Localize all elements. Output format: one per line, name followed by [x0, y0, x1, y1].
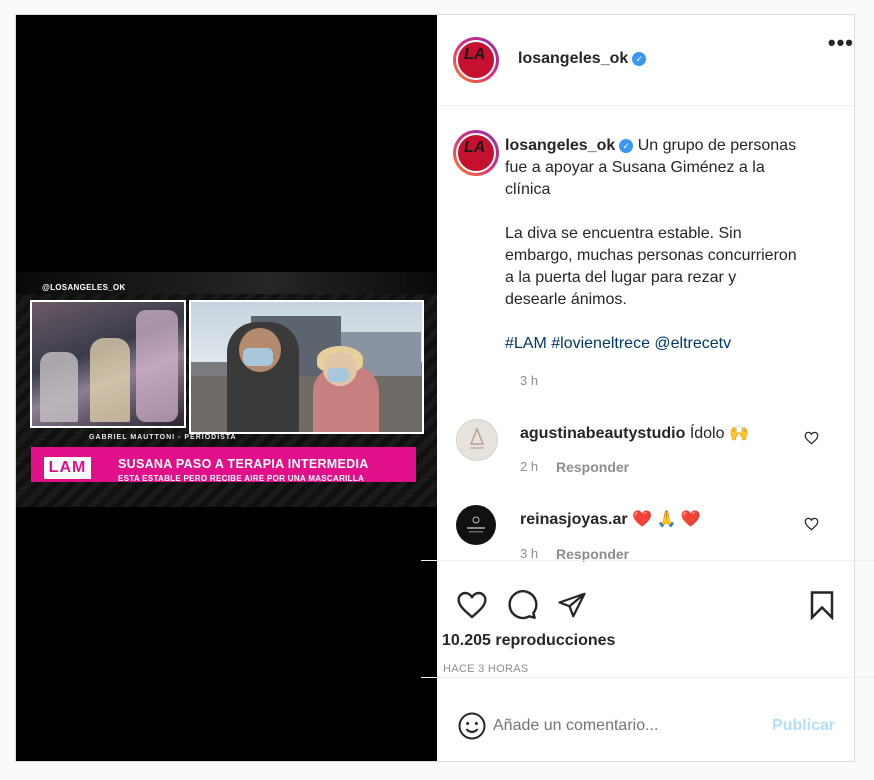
comment-username[interactable]: agustinabeautystudio [520, 425, 685, 442]
more-options-icon[interactable]: ••• [828, 30, 854, 56]
comment-input[interactable] [493, 717, 743, 735]
publish-button[interactable]: Publicar [772, 717, 835, 735]
comment-text: Ídolo 🙌 [689, 425, 749, 442]
video-headline: SUSANA PASO A TERAPIA INTERMEDIA [118, 457, 369, 471]
comment-1: agustinabeautystudio Ídolo 🙌 [520, 423, 749, 443]
post-age[interactable]: HACE 3 HORAS [443, 663, 529, 675]
comment-time[interactable]: 3 h [520, 546, 538, 561]
verified-badge-icon: ✓ [619, 139, 634, 153]
post-caption: losangeles_ok ✓ Un grupo de personas fue … [505, 135, 800, 355]
comment-text: ❤️ 🙏 ❤️ [632, 511, 701, 528]
reply-button[interactable]: Responder [556, 459, 629, 475]
like-comment-heart-icon[interactable] [804, 517, 819, 531]
video-credit: GABRIEL MAUTTONI - PERIODISTA [89, 434, 237, 441]
caption-username[interactable]: losangeles_ok [505, 137, 615, 154]
comment-2: reinasjoyas.ar ❤️ 🙏 ❤️ [520, 509, 701, 529]
author-avatar[interactable]: LA [453, 37, 499, 83]
comment-bubble-icon[interactable] [506, 589, 538, 621]
comment-time[interactable]: 2 h [520, 459, 538, 474]
caption-avatar[interactable]: LA [453, 130, 499, 176]
la-logo-icon: LA [464, 46, 486, 63]
commenter-avatar[interactable] [456, 505, 496, 545]
view-count[interactable]: 10.205 reproducciones [442, 632, 615, 650]
emoji-smiley-icon[interactable] [457, 711, 487, 741]
like-heart-icon[interactable] [456, 590, 488, 620]
like-comment-heart-icon[interactable] [804, 431, 819, 445]
video-right-panel [189, 300, 424, 434]
jewelry-logo-icon [467, 516, 485, 533]
la-logo-icon: LA [464, 139, 486, 156]
video-subheadline: ESTA ESTABLE PERO RECIBE AIRE POR UNA MA… [118, 474, 365, 483]
verified-badge-icon: ✓ [632, 52, 647, 66]
caption-time[interactable]: 3 h [520, 373, 538, 388]
video-watermark: @LOSANGELES_OK [42, 283, 126, 292]
commenter-avatar[interactable] [456, 419, 498, 461]
share-send-icon[interactable] [556, 590, 588, 620]
video-frame[interactable]: @LOSANGELES_OK GABRIEL MAUTTONI - PERIOD [16, 272, 437, 507]
caption-text-2: La diva se encuentra estable. Sin embarg… [505, 225, 797, 308]
author-username[interactable]: losangeles_ok ✓ [518, 50, 647, 68]
add-comment-bar [421, 677, 874, 748]
lam-logo: LAM [44, 457, 91, 479]
caption-hashtags[interactable]: #LAM #lovieneltrece @eltrecetv [505, 333, 800, 355]
save-bookmark-icon[interactable] [808, 590, 836, 620]
video-player[interactable]: @LOSANGELES_OK GABRIEL MAUTTONI - PERIOD [16, 15, 437, 761]
comment-username[interactable]: reinasjoyas.ar [520, 511, 628, 528]
video-left-panel [30, 300, 186, 428]
beauty-logo-icon [470, 427, 484, 449]
